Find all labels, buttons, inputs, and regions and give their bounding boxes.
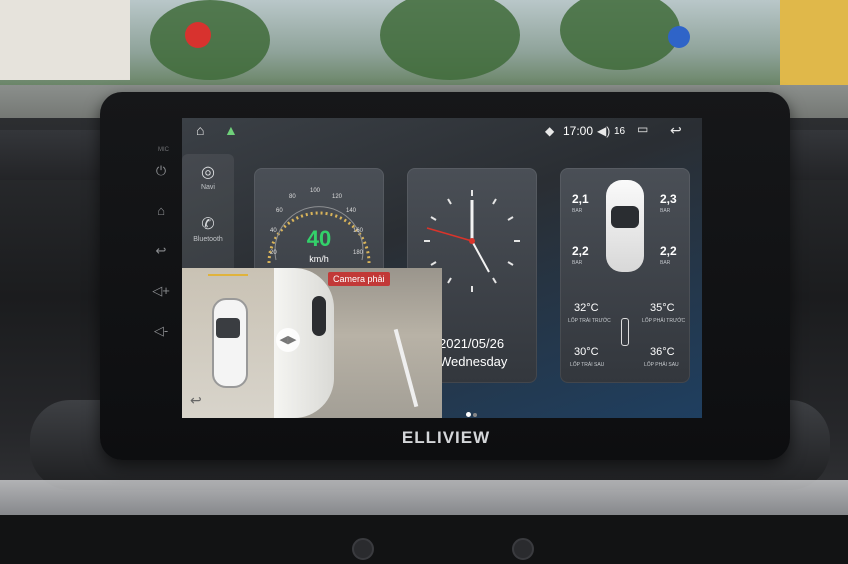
vent-knob[interactable] bbox=[512, 538, 534, 560]
temp-front-right: 35°C bbox=[650, 302, 675, 314]
weekday-text: Wednesday bbox=[439, 354, 508, 369]
tire-pressure-widget[interactable]: 2,1 BAR 2,3 BAR 2,2 BAR 2,2 BAR 32°C LỐP… bbox=[560, 168, 690, 383]
silver-trim bbox=[0, 480, 848, 520]
minute-hand bbox=[471, 240, 490, 273]
back-icon[interactable]: ↩ bbox=[670, 122, 682, 139]
thermometer-icon bbox=[621, 318, 629, 346]
second-hand bbox=[426, 227, 473, 242]
home-icon[interactable]: ⌂ bbox=[196, 122, 204, 138]
wifi-icon: ◆ bbox=[545, 124, 555, 138]
volume-level: 16 bbox=[614, 126, 626, 137]
car-top-view bbox=[212, 298, 248, 388]
tire-pressure-front-right: 2,3 bbox=[660, 192, 677, 206]
volume-up-icon[interactable]: ◁+ bbox=[150, 280, 172, 302]
page-dot[interactable] bbox=[473, 413, 477, 417]
camera-overlay[interactable]: Camera phải ◀▶ ↩ bbox=[182, 268, 442, 418]
mic-label: MIC bbox=[158, 147, 169, 153]
volume-down-icon[interactable]: ◁- bbox=[150, 320, 172, 342]
page-indicator[interactable] bbox=[465, 404, 478, 418]
temp-rear-left: 30°C bbox=[574, 346, 599, 358]
app-icon[interactable]: ▲ bbox=[224, 122, 238, 138]
lower-console bbox=[0, 515, 848, 564]
sidebar-item-navi[interactable]: ◎ Navi bbox=[182, 162, 234, 191]
page-dot-active[interactable] bbox=[466, 412, 471, 417]
speed-value: 40 bbox=[306, 226, 332, 251]
temp-rear-right: 36°C bbox=[650, 346, 675, 358]
power-icon[interactable]: ⏻ bbox=[150, 160, 172, 182]
car-wheel bbox=[312, 296, 326, 336]
tire-pressure-front-left: 2,1 bbox=[572, 192, 589, 206]
tire-pressure-rear-right: 2,2 bbox=[660, 244, 677, 258]
volume-icon[interactable]: ◀) bbox=[597, 124, 610, 138]
date-text: 2021/05/26 bbox=[439, 336, 505, 351]
back-icon[interactable]: ↩ bbox=[150, 240, 172, 262]
tire-pressure-rear-left: 2,2 bbox=[572, 244, 589, 258]
no-entry-sign bbox=[185, 22, 211, 48]
screen: ⌂ ▲ ◆ 17:00 ◀) 16 ▭ ↩ ◎ Navi ✆ Bluetooth bbox=[182, 118, 702, 418]
recent-apps-icon[interactable]: ▭ bbox=[637, 122, 648, 136]
back-icon[interactable]: ↩ bbox=[190, 392, 202, 409]
status-time: 17:00 bbox=[563, 124, 594, 138]
temp-front-left: 32°C bbox=[574, 302, 599, 314]
vent-knob[interactable] bbox=[352, 538, 374, 560]
speed-unit: km/h bbox=[309, 254, 329, 264]
building bbox=[0, 0, 130, 80]
location-pin-icon: ◎ bbox=[201, 164, 215, 181]
home-icon[interactable]: ⌂ bbox=[150, 200, 172, 222]
phone-icon: ✆ bbox=[201, 216, 215, 233]
brand-logo: ELLIVIEW bbox=[401, 428, 491, 447]
road-line bbox=[393, 328, 419, 408]
swap-view-icon[interactable]: ◀▶ bbox=[276, 328, 300, 352]
car-dashboard-scene: MIC ⏻ ⌂ ↩ ◁+ ◁- ELLIVIEW ⌂ ▲ ◆ 17:00 ◀) … bbox=[0, 0, 848, 564]
traffic-sign bbox=[668, 26, 690, 48]
status-bar: ⌂ ▲ ◆ 17:00 ◀) 16 ▭ ↩ bbox=[182, 118, 702, 144]
camera-label: Camera phải bbox=[328, 272, 390, 286]
sidebar-item-bluetooth[interactable]: ✆ Bluetooth bbox=[182, 214, 234, 243]
